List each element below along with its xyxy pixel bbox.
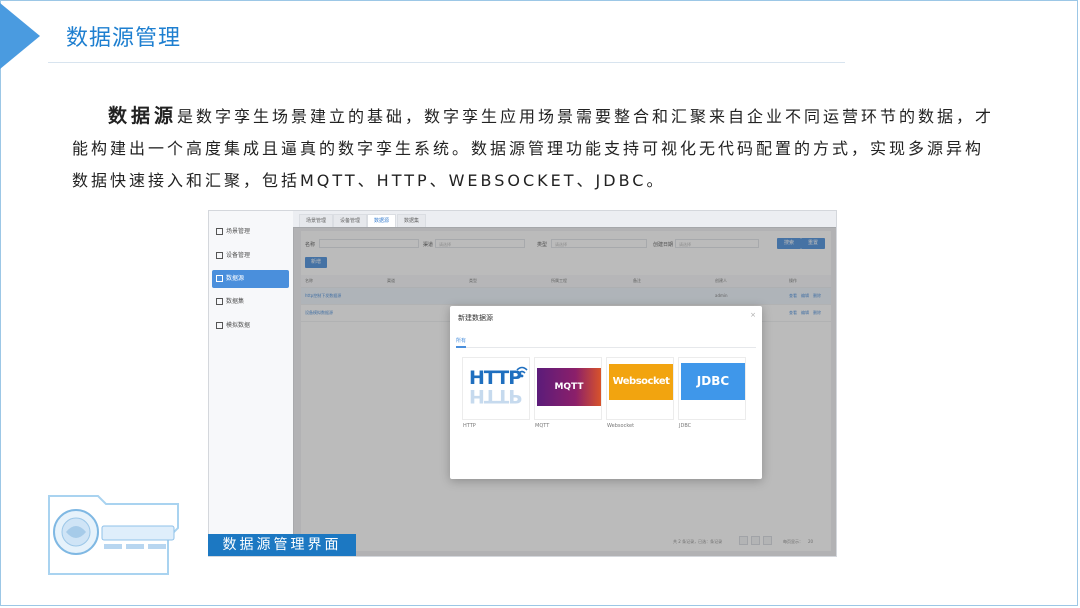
wifi-icon	[516, 366, 528, 378]
tab-bar: 场景管理 设备管理 数据源 数据集	[293, 211, 836, 228]
title-rule	[48, 62, 845, 63]
tab-datasource[interactable]: 数据源	[367, 214, 397, 227]
para-keyword: 数据源	[108, 105, 178, 127]
jdbc-option-card[interactable]: JDBC	[678, 357, 746, 420]
device-icon	[216, 252, 223, 259]
sidebar-item-scene[interactable]: 场景管理	[212, 223, 289, 241]
mock-data-icon	[216, 322, 223, 329]
corner-tab-decoration	[0, 3, 40, 69]
para-body: 是数字孪生场景建立的基础，数字孪生应用场景需要整合和汇聚来自企业不同运营环节的数…	[72, 107, 995, 190]
scene-icon	[216, 228, 223, 235]
websocket-option-card[interactable]: Websocket	[606, 357, 674, 420]
new-datasource-dialog: 新建数据源 × 所有 HTTP HTTP HTTP MQTT MQTT Webs…	[450, 306, 762, 479]
sidebar-item-label: 模拟数据	[226, 322, 251, 329]
websocket-caption: Websocket	[607, 423, 635, 429]
intro-paragraph: 数据源是数字孪生场景建立的基础，数字孪生应用场景需要整合和汇聚来自企业不同运营环…	[72, 100, 1002, 197]
modal-backdrop[interactable]: 新建数据源 × 所有 HTTP HTTP HTTP MQTT MQTT Webs…	[293, 227, 836, 556]
mqtt-logo: MQTT	[537, 368, 601, 406]
tab-scene[interactable]: 场景管理	[299, 214, 334, 227]
tab-all[interactable]: 所有	[456, 337, 466, 344]
tab-active-indicator	[456, 346, 466, 348]
http-caption: HTTP	[463, 423, 476, 429]
sidebar-item-datasource[interactable]: 数据源	[212, 270, 289, 288]
datasource-icon	[216, 275, 223, 282]
close-icon[interactable]: ×	[750, 311, 756, 319]
sidebar-item-mock-data[interactable]: 模拟数据	[212, 317, 289, 335]
sidebar-item-device[interactable]: 设备管理	[212, 247, 289, 265]
organization-emblem	[48, 495, 179, 575]
screenshot-caption: 数据源管理界面	[208, 534, 356, 556]
mqtt-caption: MQTT	[535, 423, 550, 429]
sidebar-item-label: 场景管理	[226, 228, 251, 235]
http-option-card[interactable]: HTTP HTTP	[462, 357, 530, 420]
app-sidebar: 场景管理 设备管理 数据源 数据集 模拟数据	[209, 211, 294, 556]
http-logo-reflection: HTTP	[469, 385, 522, 407]
jdbc-logo: JDBC	[681, 363, 745, 400]
datasource-screenshot: 场景管理 设备管理 数据源 数据集 模拟数据 场景管理 设备管理 数据源 数据集…	[208, 210, 837, 557]
sidebar-item-label: 数据源	[226, 275, 245, 282]
sidebar-item-dataset[interactable]: 数据集	[212, 293, 289, 311]
tab-dataset[interactable]: 数据集	[397, 214, 427, 227]
slide-title: 数据源管理	[66, 26, 182, 51]
dialog-title: 新建数据源	[458, 314, 493, 322]
tab-device[interactable]: 设备管理	[333, 214, 368, 227]
websocket-logo: Websocket	[609, 364, 673, 400]
sidebar-item-label: 设备管理	[226, 252, 251, 259]
dataset-icon	[216, 298, 223, 305]
sidebar-item-label: 数据集	[226, 298, 245, 305]
mqtt-option-card[interactable]: MQTT	[534, 357, 602, 420]
jdbc-caption: JDBC	[679, 423, 692, 429]
tab-divider	[456, 347, 756, 348]
